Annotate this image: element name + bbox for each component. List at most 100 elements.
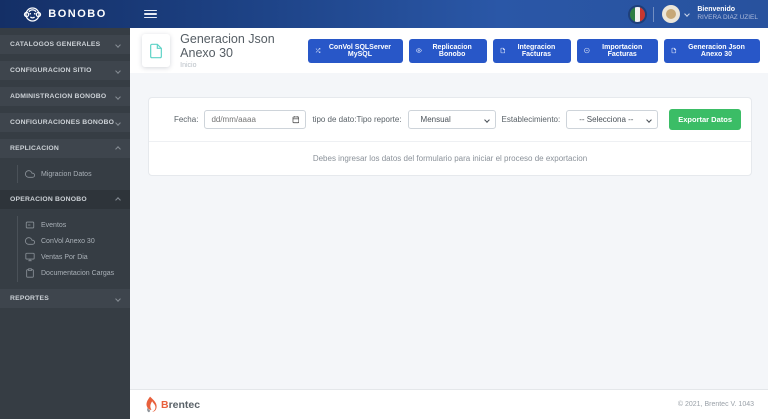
- chevron-down-icon: [483, 116, 490, 123]
- eye-icon: [415, 48, 422, 53]
- sidebar-item-administracion-bonobo[interactable]: ADMINISTRACION BONOBO: [0, 87, 130, 106]
- fecha-input-field[interactable]: [211, 115, 288, 124]
- file-icon: [500, 47, 505, 54]
- footer-brand: Brentec: [144, 396, 200, 413]
- tipo-reporte-label: tipo de dato:Tipo reporte:: [312, 115, 402, 124]
- avatar-image: [666, 9, 677, 19]
- footer: Brentec © 2021, Brentec V. 1043: [130, 389, 768, 419]
- user-menu-chevron-icon[interactable]: [684, 11, 691, 17]
- footer-copyright: © 2021, Brentec V. 1043: [677, 401, 754, 408]
- clipboard-icon: [26, 268, 34, 278]
- page-icon-card: [142, 34, 171, 67]
- sidebar-item-replicacion[interactable]: REPLICACION: [0, 139, 130, 158]
- user-welcome-block: Bienvenido RIVERA DIAZ UZIEL: [697, 6, 758, 23]
- chevron-down-icon: [115, 295, 121, 302]
- establecimiento-value: -- Selecciona --: [579, 115, 634, 124]
- export-form: Fecha: tipo de dato:Tipo reporte: Mensua…: [149, 98, 751, 142]
- file-icon: [671, 47, 677, 54]
- tipo-reporte-value: Mensual: [420, 115, 451, 124]
- establecimiento-label: Establecimiento:: [501, 115, 561, 124]
- user-avatar[interactable]: [662, 5, 681, 23]
- monitor-icon: [25, 252, 35, 262]
- brand-name: BONOBO: [48, 8, 107, 20]
- integracion-facturas-button[interactable]: Integracion Facturas: [492, 38, 572, 63]
- breadcrumb[interactable]: Inicio: [180, 62, 308, 69]
- chevron-down-icon: [115, 93, 121, 100]
- flame-icon: [146, 396, 157, 413]
- generacion-json-anexo-30-button[interactable]: Generacion Json Anexo 30: [664, 38, 761, 63]
- top-navbar: BONOBO Bienvenido RIVERA DIAZ UZIEL: [0, 0, 768, 28]
- page-title: Generacion Json Anexo 30: [180, 32, 275, 60]
- sidebar-submenu-operacion-bonobo: Eventos ConVol Anexo 30 Ventas Por Dia D…: [17, 216, 130, 282]
- button-label: Integracion Facturas: [517, 43, 556, 58]
- importacion-facturas-button[interactable]: Importacion Facturas: [577, 38, 659, 63]
- sidebar-item-ventas-por-dia[interactable]: Ventas Por Dia: [18, 249, 130, 265]
- welcome-label: Bienvenido: [697, 5, 736, 13]
- exportar-datos-button[interactable]: Exportar Datos: [669, 109, 741, 130]
- sidebar-item-eventos[interactable]: Eventos: [18, 217, 130, 233]
- shuffle-icon: [315, 48, 321, 53]
- sidebar: CATALOGOS GENERALES CONFIGURACION SITIO …: [0, 28, 130, 419]
- window-icon: [25, 221, 35, 229]
- chevron-down-icon: [646, 116, 653, 123]
- sidebar-item-catalogos-generales[interactable]: CATALOGOS GENERALES: [0, 35, 130, 54]
- sidebar-item-label: CONFIGURACION SITIO: [10, 67, 92, 74]
- sidebar-item-label: Migracion Datos: [41, 170, 92, 178]
- sidebar-item-reportes[interactable]: REPORTES: [0, 289, 130, 308]
- tipo-reporte-select[interactable]: Mensual: [407, 110, 496, 129]
- footer-brand-initial: B: [161, 398, 169, 411]
- sidebar-item-label: CONFIGURACIONES BONOBO: [10, 119, 115, 126]
- sidebar-item-label: ADMINISTRACION BONOBO: [10, 93, 107, 100]
- sidebar-item-label: REPLICACION: [10, 145, 60, 152]
- fecha-date-input[interactable]: [204, 110, 307, 129]
- cloud-icon: [25, 237, 35, 245]
- chevron-down-icon: [115, 67, 121, 74]
- minus-circle-icon: [584, 47, 590, 54]
- footer-brand-rest: rentec: [168, 398, 201, 411]
- sidebar-item-label: OPERACION BONOBO: [10, 196, 87, 203]
- sidebar-item-convol-anexo-30[interactable]: ConVol Anexo 30: [18, 233, 130, 249]
- sidebar-item-operacion-bonobo[interactable]: OPERACION BONOBO: [0, 190, 130, 209]
- app-window: BONOBO Bienvenido RIVERA DIAZ UZIEL CATA…: [0, 0, 768, 419]
- sidebar-item-label: REPORTES: [10, 295, 49, 302]
- page-header: Generacion Json Anexo 30 Inicio ConVol S…: [130, 28, 768, 73]
- establecimiento-select[interactable]: -- Selecciona --: [566, 110, 659, 129]
- footer-brand-name: Brentec: [161, 399, 200, 411]
- button-label: Replicacion Bonobo: [432, 43, 472, 58]
- bonobo-monkey-icon: [24, 6, 42, 22]
- sidebar-item-documentacion-cargas[interactable]: Documentacion Cargas: [18, 265, 130, 281]
- user-name: RIVERA DIAZ UZIEL: [697, 14, 758, 22]
- chevron-up-icon: [115, 145, 121, 152]
- main-content: Generacion Json Anexo 30 Inicio ConVol S…: [130, 28, 768, 419]
- sidebar-item-migracion-datos[interactable]: Migracion Datos: [18, 166, 130, 182]
- navbar-divider: [653, 6, 655, 22]
- navbar-right: Bienvenido RIVERA DIAZ UZIEL: [630, 5, 768, 23]
- title-block: Generacion Json Anexo 30 Inicio: [180, 32, 308, 69]
- sidebar-item-label: Eventos: [41, 221, 67, 229]
- sidebar-item-configuracion-sitio[interactable]: CONFIGURACION SITIO: [0, 61, 130, 80]
- replicacion-bonobo-button[interactable]: Replicacion Bonobo: [408, 38, 487, 63]
- button-label: ConVol SQLServer MySQL: [328, 43, 391, 58]
- sidebar-item-label: Documentacion Cargas: [41, 269, 115, 277]
- file-icon: [150, 43, 163, 58]
- convol-sqlserver-mysql-button[interactable]: ConVol SQLServer MySQL: [308, 38, 403, 63]
- menu-toggle-icon[interactable]: [140, 6, 161, 23]
- chevron-down-icon: [115, 119, 121, 126]
- sidebar-item-label: CATALOGOS GENERALES: [10, 41, 101, 48]
- chevron-down-icon: [115, 41, 121, 48]
- sidebar-item-label: ConVol Anexo 30: [41, 237, 95, 245]
- sidebar-item-configuraciones-bonobo[interactable]: CONFIGURACIONES BONOBO: [0, 113, 130, 132]
- sidebar-submenu-replicacion: Migracion Datos: [17, 165, 130, 183]
- button-label: Importacion Facturas: [602, 43, 643, 58]
- brand-link[interactable]: BONOBO: [0, 0, 130, 28]
- cloud-icon: [25, 170, 35, 178]
- form-helper-text: Debes ingresar los datos del formulario …: [312, 154, 588, 163]
- sidebar-item-label: Ventas Por Dia: [41, 253, 88, 261]
- button-label: Generacion Json Anexo 30: [688, 43, 745, 58]
- calendar-icon[interactable]: [292, 115, 300, 124]
- mexico-flag-icon[interactable]: [630, 6, 646, 22]
- fecha-label: Fecha:: [173, 115, 199, 124]
- chevron-up-icon: [115, 196, 121, 203]
- header-action-buttons: ConVol SQLServer MySQL Replicacion Bonob…: [308, 38, 761, 63]
- export-form-card: Fecha: tipo de dato:Tipo reporte: Mensua…: [148, 97, 752, 176]
